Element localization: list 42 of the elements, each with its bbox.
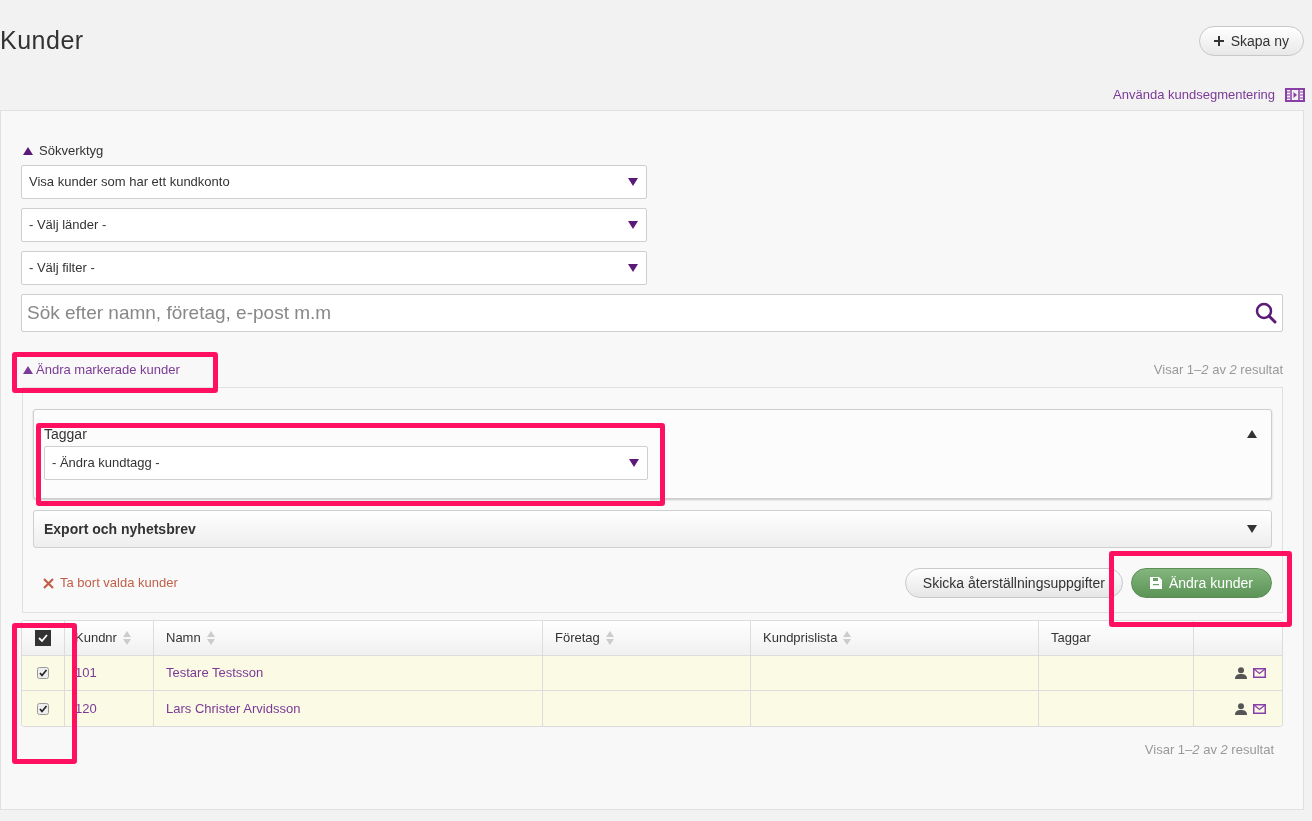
mail-icon[interactable]	[1252, 668, 1266, 678]
accordion-title: Export och nyhetsbrev	[44, 519, 196, 539]
column-header[interactable]: Kundprislista	[751, 621, 1039, 655]
result-count: Visar 1–2 av 2 resultat	[1144, 741, 1274, 759]
dropdown-caret-icon	[629, 459, 639, 467]
customer-name-link[interactable]: Lars Christer Arvidsson	[166, 698, 301, 719]
user-icon[interactable]	[1234, 702, 1247, 715]
dropdown[interactable]: - Välj länder -	[21, 208, 647, 242]
accordion-header[interactable]: Taggar	[34, 410, 1271, 442]
accordion-title: Taggar	[44, 424, 87, 444]
checkbox[interactable]	[37, 702, 49, 715]
search-field[interactable]: Sök efter namn, företag, e-post m.m	[21, 294, 1283, 332]
help-link[interactable]: Använda kundsegmentering	[1113, 85, 1275, 105]
delete-link[interactable]: Ta bort valda kunder	[43, 573, 178, 593]
checkbox[interactable]	[37, 667, 49, 679]
column-header[interactable]: Namn	[154, 621, 543, 655]
plus-icon	[1213, 36, 1224, 46]
send-button[interactable]: Skicka återställningsuppgifter	[904, 568, 1123, 598]
dropdown[interactable]: - Ändra kundtagg -	[44, 446, 648, 480]
section-label: Sökverktyg	[39, 142, 104, 161]
dropdown-caret-icon	[628, 264, 638, 272]
search-icon[interactable]	[1255, 302, 1277, 324]
dropdown-caret-icon	[628, 178, 638, 186]
video-icon[interactable]	[1285, 88, 1305, 102]
search-tools-toggle[interactable]: Sökverktyg	[23, 141, 1283, 161]
dropdown[interactable]: Visa kunder som har ett kundkonto	[21, 165, 647, 199]
create-button[interactable]: Skapa ny	[1198, 26, 1304, 56]
save-icon	[1149, 577, 1162, 589]
result-count: Visar 1–2 av 2 resultat	[1153, 361, 1283, 380]
checkbox[interactable]	[35, 630, 51, 646]
page-title: Kunder	[0, 25, 84, 57]
close-icon	[43, 577, 54, 589]
column-header[interactable]: Företag	[543, 621, 751, 655]
customer-number-link[interactable]: 101	[75, 663, 97, 683]
dropdown-caret-icon	[628, 221, 638, 229]
user-icon[interactable]	[1234, 667, 1247, 679]
accordion-header[interactable]: Export och nyhetsbrev	[34, 511, 1271, 547]
dropdown[interactable]: - Välj filter -	[21, 251, 647, 285]
column-header: Taggar	[1039, 621, 1194, 655]
customer-number-link[interactable]: 120	[75, 698, 97, 719]
customer-name-link[interactable]: Testare Testsson	[166, 663, 264, 683]
mail-icon[interactable]	[1252, 703, 1266, 714]
